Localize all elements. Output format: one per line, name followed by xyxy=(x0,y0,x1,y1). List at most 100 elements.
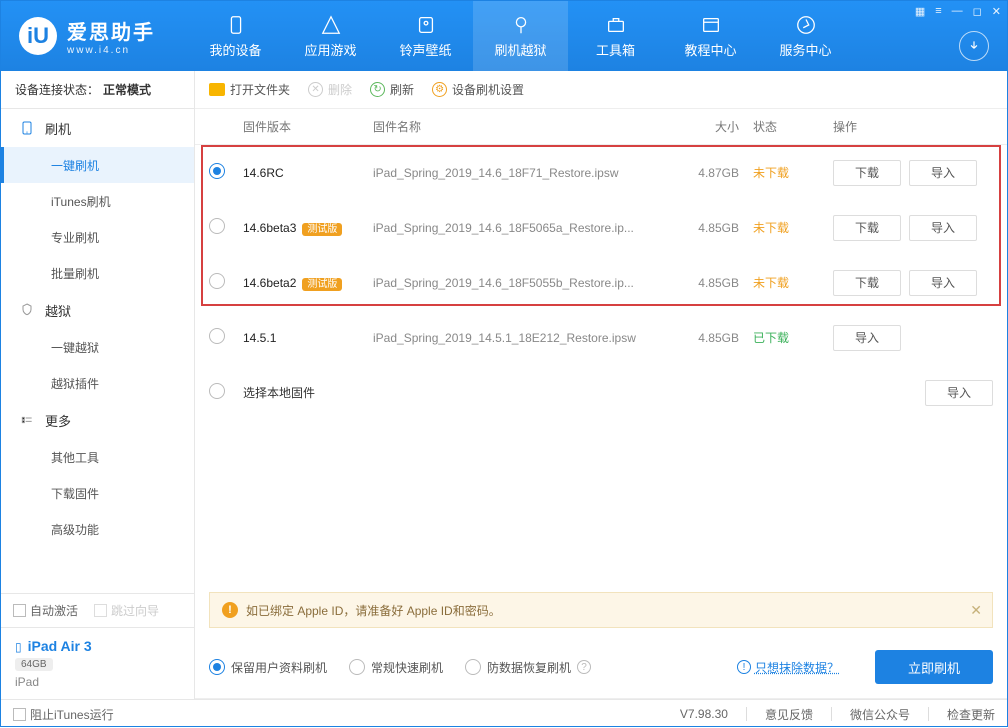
nav-item-3[interactable]: 刷机越狱 xyxy=(473,1,568,71)
logo-icon: iU xyxy=(19,17,57,55)
delete-button[interactable]: ✕删除 xyxy=(308,81,352,98)
footer: 阻止iTunes运行 V7.98.30 意见反馈 微信公众号 检查更新 xyxy=(1,699,1007,728)
firmware-list: 14.6RCiPad_Spring_2019_14.6_18F71_Restor… xyxy=(195,145,1007,420)
nav-label: 应用游戏 xyxy=(304,40,356,59)
wechat-link[interactable]: 微信公众号 xyxy=(850,706,910,723)
nav-icon xyxy=(320,14,342,36)
sidebar-item[interactable]: iTunes刷机 xyxy=(1,183,194,219)
auto-activate-checkbox[interactable]: 自动激活 xyxy=(13,602,78,619)
sidebar-item[interactable]: 专业刷机 xyxy=(1,219,194,255)
firmware-size: 4.87GB xyxy=(683,166,753,180)
tip-close-button[interactable]: ✕ xyxy=(970,602,982,619)
nav-icon xyxy=(510,14,532,36)
nav-item-2[interactable]: 铃声壁纸 xyxy=(378,1,473,71)
minimize-icon[interactable]: — xyxy=(952,5,963,18)
close-icon[interactable]: ✕ xyxy=(992,5,1001,18)
feedback-link[interactable]: 意见反馈 xyxy=(765,706,813,723)
firmware-row[interactable]: 14.6RCiPad_Spring_2019_14.6_18F71_Restor… xyxy=(195,145,1007,200)
import-button[interactable]: 导入 xyxy=(909,215,977,241)
sidebar-item[interactable]: 其他工具 xyxy=(1,439,194,475)
import-button[interactable]: 导入 xyxy=(925,380,993,406)
nav-icon xyxy=(795,14,817,36)
mode-fast[interactable]: 常规快速刷机 xyxy=(349,659,443,676)
import-button[interactable]: 导入 xyxy=(909,270,977,296)
firmware-radio[interactable] xyxy=(209,218,225,234)
firmware-row[interactable]: 14.5.1 iPad_Spring_2019_14.5.1_18E212_Res… xyxy=(195,310,1007,365)
sidebar-item[interactable]: 高级功能 xyxy=(1,511,194,547)
flash-settings-button[interactable]: ⚙设备刷机设置 xyxy=(432,81,524,98)
pin-icon[interactable]: ≡ xyxy=(935,5,941,18)
firmware-row[interactable]: 14.6beta3测试版iPad_Spring_2019_14.6_18F506… xyxy=(195,200,1007,255)
sidebar-item[interactable]: 一键越狱 xyxy=(1,329,194,365)
group-label: 越狱 xyxy=(45,301,71,320)
download-manager-button[interactable] xyxy=(959,31,989,61)
download-button[interactable]: 下载 xyxy=(833,215,901,241)
device-panel[interactable]: ▯iPad Air 3 64GB iPad xyxy=(1,627,194,699)
refresh-button[interactable]: ↻刷新 xyxy=(370,81,414,98)
download-button[interactable]: 下载 xyxy=(833,160,901,186)
col-version: 固件版本 xyxy=(243,118,373,135)
nav-icon xyxy=(700,14,722,36)
firmware-status: 已下载 xyxy=(753,329,833,346)
tip-text: 如已绑定 Apple ID，请准备好 Apple ID和密码。 xyxy=(246,602,501,619)
device-icon: ▯ xyxy=(15,640,22,654)
status-label: 设备连接状态： xyxy=(15,81,99,98)
sidebar-options: 自动激活 跳过向导 xyxy=(1,593,194,627)
sidebar-item[interactable]: 下载固件 xyxy=(1,475,194,511)
flash-now-button[interactable]: 立即刷机 xyxy=(875,650,993,684)
sidebar-group-2[interactable]: 更多 xyxy=(1,401,194,439)
main-content: 打开文件夹 ✕删除 ↻刷新 ⚙设备刷机设置 固件版本 固件名称 大小 状态 操作… xyxy=(195,71,1007,699)
firmware-status: 未下载 xyxy=(753,274,833,291)
skip-guide-checkbox[interactable]: 跳过向导 xyxy=(94,602,159,619)
app-url: www.i4.cn xyxy=(67,45,155,56)
download-button[interactable]: 下载 xyxy=(833,270,901,296)
erase-data-link[interactable]: !只想抹除数据？ xyxy=(737,659,839,676)
firmware-name: iPad_Spring_2019_14.6_18F71_Restore.ipsw xyxy=(373,166,683,180)
help-icon[interactable]: ? xyxy=(577,660,591,674)
sidebar-item[interactable]: 一键刷机 xyxy=(1,147,194,183)
sidebar-group-1[interactable]: 越狱 xyxy=(1,291,194,329)
mode-anti-recovery[interactable]: 防数据恢复刷机? xyxy=(465,659,591,676)
import-button[interactable]: 导入 xyxy=(909,160,977,186)
block-itunes-checkbox[interactable]: 阻止iTunes运行 xyxy=(13,706,114,723)
import-button[interactable]: 导入 xyxy=(833,325,901,351)
menu-icon[interactable]: ▦ xyxy=(915,5,925,18)
device-type: iPad xyxy=(15,675,180,689)
col-status: 状态 xyxy=(753,118,833,135)
col-ops: 操作 xyxy=(833,118,993,135)
firmware-radio[interactable] xyxy=(209,383,225,399)
local-firmware-row[interactable]: 选择本地固件导入 xyxy=(195,365,1007,420)
mode-keep-data[interactable]: 保留用户资料刷机 xyxy=(209,659,327,676)
col-name: 固件名称 xyxy=(373,118,683,135)
firmware-radio[interactable] xyxy=(209,328,225,344)
firmware-size: 4.85GB xyxy=(683,276,753,290)
nav-item-1[interactable]: 应用游戏 xyxy=(283,1,378,71)
firmware-radio[interactable] xyxy=(209,273,225,289)
nav-item-0[interactable]: 我的设备 xyxy=(188,1,283,71)
check-update-link[interactable]: 检查更新 xyxy=(947,706,995,723)
nav-icon xyxy=(225,14,247,36)
firmware-radio[interactable] xyxy=(209,163,225,179)
flash-mode-row: 保留用户资料刷机 常规快速刷机 防数据恢复刷机? !只想抹除数据？ 立即刷机 xyxy=(195,636,1007,699)
nav-label: 我的设备 xyxy=(209,40,261,59)
nav-item-5[interactable]: 教程中心 xyxy=(663,1,758,71)
status-value: 正常模式 xyxy=(103,81,151,98)
nav-item-6[interactable]: 服务中心 xyxy=(758,1,853,71)
firmware-name: iPad_Spring_2019_14.5.1_18E212_Restore.i… xyxy=(373,331,683,345)
firmware-version: 14.6beta3 xyxy=(243,221,296,235)
firmware-version: 14.6beta2 xyxy=(243,276,296,290)
firmware-name: iPad_Spring_2019_14.6_18F5055b_Restore.i… xyxy=(373,276,683,290)
firmware-version: 14.5.1 xyxy=(243,331,276,345)
firmware-row[interactable]: 14.6beta2测试版iPad_Spring_2019_14.6_18F505… xyxy=(195,255,1007,310)
maximize-icon[interactable]: ◻ xyxy=(973,5,982,18)
group-label: 更多 xyxy=(45,411,71,430)
sidebar-group-0[interactable]: 刷机 xyxy=(1,109,194,147)
nav-label: 教程中心 xyxy=(684,40,736,59)
beta-badge: 测试版 xyxy=(302,223,342,236)
open-folder-button[interactable]: 打开文件夹 xyxy=(209,81,290,98)
sidebar-item[interactable]: 越狱插件 xyxy=(1,365,194,401)
group-icon xyxy=(19,412,35,428)
nav-item-4[interactable]: 工具箱 xyxy=(568,1,663,71)
toolbar: 打开文件夹 ✕删除 ↻刷新 ⚙设备刷机设置 xyxy=(195,71,1007,109)
sidebar-item[interactable]: 批量刷机 xyxy=(1,255,194,291)
